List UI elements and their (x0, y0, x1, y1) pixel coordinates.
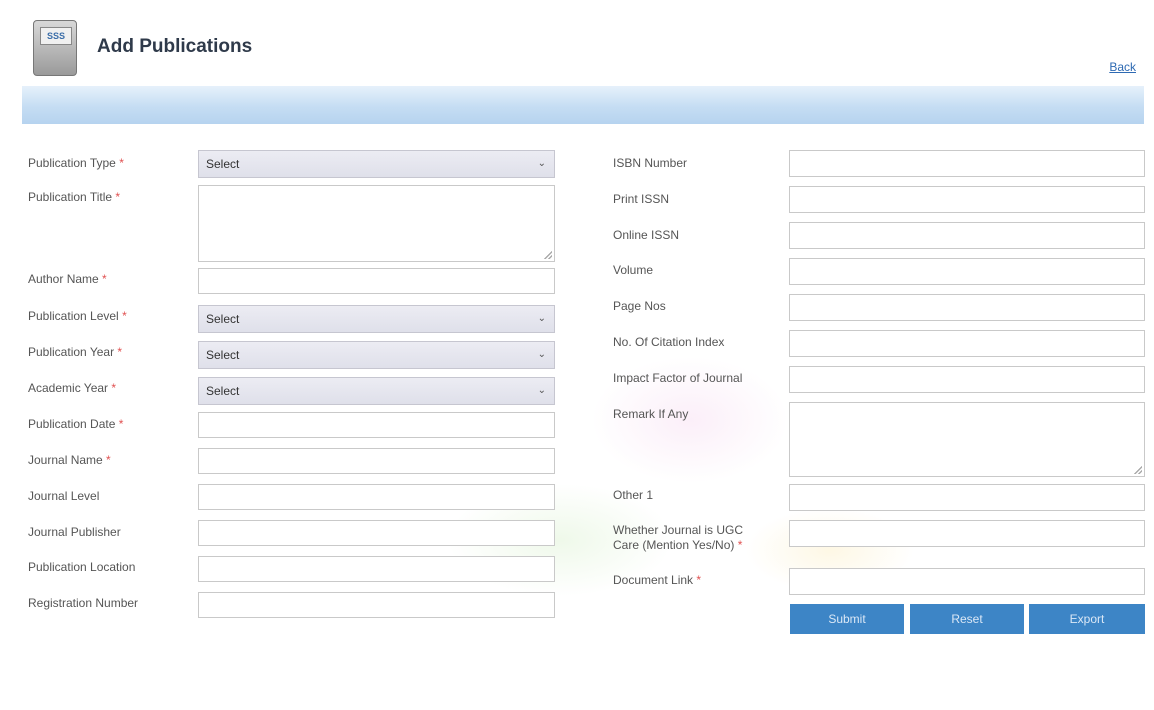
volume-label-text: Volume (613, 263, 654, 277)
back-link[interactable]: Back (1109, 60, 1136, 74)
publication-level-value: Select (206, 312, 240, 326)
journal-level-label: Journal Level (28, 489, 99, 504)
registration-number-label-text: Registration Number (28, 596, 139, 610)
export-button[interactable]: Export (1029, 604, 1145, 634)
journal-publisher-input[interactable] (198, 520, 555, 546)
publication-date-label-text: Publication Date (28, 417, 116, 431)
journal-level-input[interactable] (198, 484, 555, 510)
publication-level-label-text: Publication Level (28, 309, 119, 323)
publication-level-label: Publication Level * (28, 309, 127, 324)
print-issn-label-text: Print ISSN (613, 192, 670, 206)
isbn-number-input[interactable] (789, 150, 1145, 177)
publication-type-label-text: Publication Type (28, 156, 116, 170)
online-issn-label-text: Online ISSN (613, 228, 680, 242)
publication-title-label-text: Publication Title (28, 190, 113, 204)
impact-factor-label: Impact Factor of Journal (613, 371, 742, 386)
academic-year-label: Academic Year * (28, 381, 116, 396)
volume-input[interactable] (789, 258, 1145, 285)
academic-year-label-text: Academic Year (28, 381, 109, 395)
publication-year-select[interactable]: Select ⌄ (198, 341, 555, 369)
online-issn-label: Online ISSN (613, 228, 679, 243)
reset-button[interactable]: Reset (910, 604, 1024, 634)
header-bar (22, 86, 1144, 124)
required-mark: * (119, 156, 124, 170)
journal-level-label-text: Journal Level (28, 489, 100, 503)
publication-year-value: Select (206, 348, 240, 362)
chevron-down-icon: ⌄ (537, 385, 546, 396)
page-title: Add Publications (97, 36, 253, 57)
publication-year-label-text: Publication Year (28, 345, 115, 359)
author-name-input[interactable] (198, 268, 555, 294)
required-mark: * (111, 381, 117, 395)
registration-number-input[interactable] (198, 592, 555, 618)
isbn-number-label-text: ISBN Number (613, 156, 688, 170)
isbn-number-label: ISBN Number (613, 156, 687, 171)
page-nos-input[interactable] (789, 294, 1145, 321)
print-issn-label: Print ISSN (613, 192, 669, 207)
publication-year-label: Publication Year * (28, 345, 122, 360)
publication-type-value: Select (206, 157, 240, 171)
required-mark: * (102, 272, 107, 286)
required-mark: * (737, 538, 743, 552)
document-link-label: Document Link * (613, 573, 701, 588)
registration-number-label: Registration Number (28, 596, 138, 611)
remark-label-text: Remark If Any (613, 407, 689, 421)
page-nos-label-text: Page Nos (613, 299, 666, 313)
required-mark: * (122, 309, 127, 323)
required-mark: * (106, 453, 111, 467)
publications-icon-label: SSS (40, 27, 72, 45)
publication-date-label: Publication Date * (28, 417, 123, 432)
journal-publisher-label: Journal Publisher (28, 525, 121, 540)
journal-name-input[interactable] (198, 448, 555, 474)
chevron-down-icon: ⌄ (537, 349, 546, 360)
page-nos-label: Page Nos (613, 299, 666, 314)
journal-publisher-label-text: Journal Publisher (28, 525, 121, 539)
academic-year-select[interactable]: Select ⌄ (198, 377, 555, 405)
required-mark: * (117, 345, 123, 359)
required-mark: * (118, 417, 124, 431)
print-issn-input[interactable] (789, 186, 1145, 213)
publication-location-input[interactable] (198, 556, 555, 582)
journal-name-label: Journal Name * (28, 453, 111, 468)
academic-year-value: Select (206, 384, 240, 398)
submit-button[interactable]: Submit (790, 604, 904, 634)
document-link-label-text: Document Link (613, 573, 694, 587)
chevron-down-icon: ⌄ (537, 313, 546, 324)
ugc-care-label-line2: Care (Mention Yes/No) (613, 538, 735, 552)
volume-label: Volume (613, 263, 653, 278)
citation-index-input[interactable] (789, 330, 1145, 357)
publication-location-label: Publication Location (28, 560, 135, 575)
citation-index-label: No. Of Citation Index (613, 335, 724, 350)
other1-input[interactable] (789, 484, 1145, 511)
impact-factor-input[interactable] (789, 366, 1145, 393)
publications-icon: SSS (33, 20, 77, 76)
add-publications-page: SSS Add Publications Back Publication Ty… (0, 0, 1154, 710)
publication-level-select[interactable]: Select ⌄ (198, 305, 555, 333)
author-name-label-text: Author Name (28, 272, 99, 286)
required-mark: * (115, 190, 121, 204)
publication-date-input[interactable] (198, 412, 555, 438)
ugc-care-input[interactable] (789, 520, 1145, 547)
required-mark: * (696, 573, 702, 587)
journal-name-label-text: Journal Name (28, 453, 103, 467)
document-link-input[interactable] (789, 568, 1145, 595)
ugc-care-label-line1: Whether Journal is UGC (613, 523, 744, 537)
author-name-label: Author Name * (28, 272, 107, 287)
chevron-down-icon: ⌄ (537, 158, 546, 169)
impact-factor-label-text: Impact Factor of Journal (613, 371, 743, 385)
publication-title-label: Publication Title * (28, 190, 120, 205)
publication-location-label-text: Publication Location (28, 560, 136, 574)
resize-grip-icon[interactable] (1134, 466, 1142, 474)
online-issn-input[interactable] (789, 222, 1145, 249)
other1-label: Other 1 (613, 488, 653, 503)
publication-type-select[interactable]: Select ⌄ (198, 150, 555, 178)
other1-label-text: Other 1 (613, 488, 654, 502)
remark-label: Remark If Any (613, 407, 688, 422)
publication-type-label: Publication Type * (28, 156, 124, 171)
remark-textarea[interactable] (789, 402, 1145, 477)
publication-title-textarea[interactable] (198, 185, 555, 262)
resize-grip-icon[interactable] (544, 251, 552, 259)
citation-index-label-text: No. Of Citation Index (613, 335, 725, 349)
ugc-care-label: Whether Journal is UGC Care (Mention Yes… (613, 523, 743, 553)
